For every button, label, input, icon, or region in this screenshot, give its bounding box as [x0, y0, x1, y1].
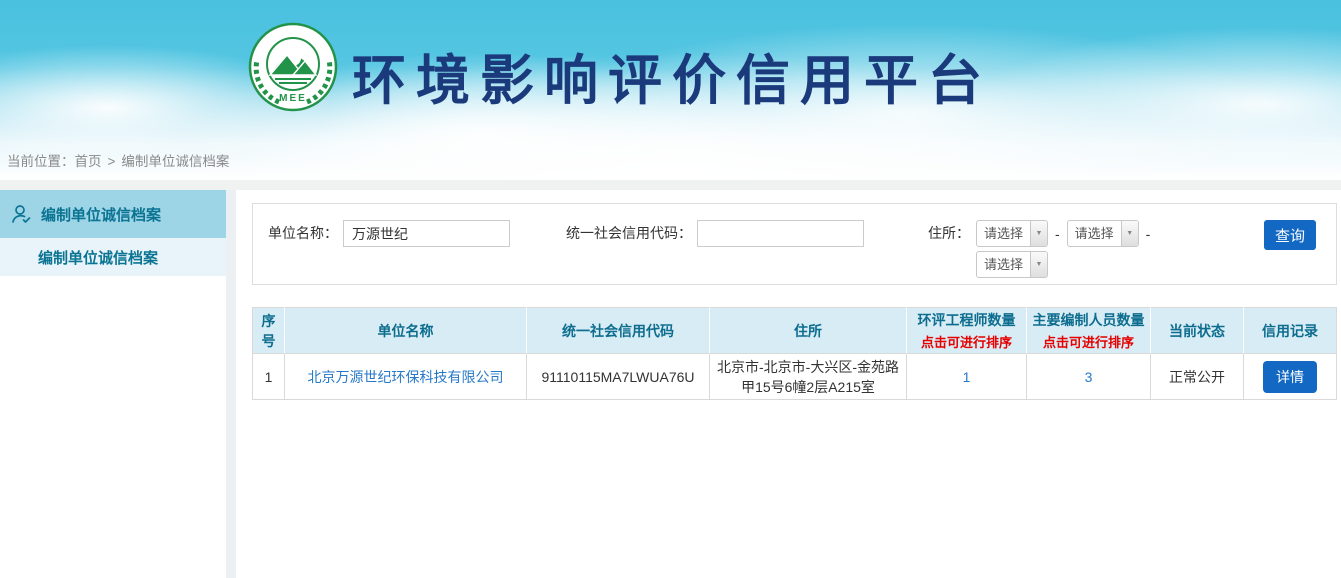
address-selects: 请选择 ▼ - 请选择 ▼ - 请选择 ▼ — [976, 220, 1150, 278]
header-divider-strip — [0, 180, 1341, 190]
main-content: 单位名称： 统一社会信用代码： 住所： 请选择 ▼ - 请选择 ▼ - — [236, 190, 1341, 578]
engineer-count-link[interactable]: 1 — [963, 369, 971, 385]
user-check-icon — [10, 203, 32, 225]
credit-code-input[interactable] — [697, 220, 864, 247]
table-row: 1 北京万源世纪环保科技有限公司 91110115MA7LWUA76U 北京市-… — [252, 354, 1337, 400]
detail-button[interactable]: 详情 — [1263, 361, 1317, 393]
chevron-down-icon[interactable]: ▼ — [1030, 221, 1047, 246]
breadcrumb: 当前位置：首页 > 编制单位诚信档案 — [7, 150, 229, 170]
query-button[interactable]: 查询 — [1264, 220, 1316, 250]
sort-hint[interactable]: 点击可进行排序 — [911, 332, 1022, 351]
sidebar: 编制单位诚信档案 编制单位诚信档案 — [0, 190, 226, 578]
column-header-credit-record: 信用记录 — [1244, 307, 1337, 354]
district-select-value: 请选择 — [977, 252, 1030, 277]
province-select[interactable]: 请选择 ▼ — [976, 220, 1048, 247]
unit-name-label: 单位名称： — [268, 220, 338, 247]
mee-logo-text: MEE — [279, 93, 307, 104]
breadcrumb-home-link[interactable]: 首页 — [75, 154, 102, 169]
row-index: 1 — [252, 354, 285, 400]
address-dash: - — [1055, 226, 1060, 242]
staff-count-link[interactable]: 3 — [1085, 369, 1093, 385]
table-header-row: 序号 单位名称 统一社会信用代码 住所 环评工程师数量 点击可进行排序 主要编制… — [252, 307, 1337, 354]
sidebar-divider — [226, 190, 236, 578]
column-header-credit-code: 统一社会信用代码 — [527, 307, 710, 354]
column-header-status: 当前状态 — [1151, 307, 1244, 354]
sidebar-subitem-unit-credit-archive[interactable]: 编制单位诚信档案 — [0, 238, 226, 276]
breadcrumb-separator: > — [108, 154, 116, 169]
city-select-value: 请选择 — [1068, 221, 1121, 246]
site-header: MEE 环境影响评价信用平台 当前位置：首页 > 编制单位诚信档案 — [0, 0, 1341, 180]
province-select-value: 请选择 — [977, 221, 1030, 246]
column-header-index: 序号 — [252, 307, 285, 354]
district-select[interactable]: 请选择 ▼ — [976, 251, 1048, 278]
sort-hint[interactable]: 点击可进行排序 — [1031, 332, 1146, 351]
mee-logo-icon: MEE — [248, 22, 338, 112]
unit-name-input[interactable] — [343, 220, 510, 247]
credit-code-value: 91110115MA7LWUA76U — [527, 354, 710, 400]
breadcrumb-current: 编制单位诚信档案 — [121, 154, 229, 169]
city-select[interactable]: 请选择 ▼ — [1067, 220, 1139, 247]
address-dash: - — [1146, 226, 1151, 242]
chevron-down-icon[interactable]: ▼ — [1121, 221, 1138, 246]
address-label: 住所： — [928, 220, 970, 247]
page-body: 编制单位诚信档案 编制单位诚信档案 单位名称： 统一社会信用代码： 住所： 请选… — [0, 190, 1341, 578]
column-header-engineer-count[interactable]: 环评工程师数量 点击可进行排序 — [907, 307, 1027, 354]
column-header-staff-count[interactable]: 主要编制人员数量 点击可进行排序 — [1027, 307, 1151, 354]
address-value: 北京市-北京市-大兴区-金苑路甲15号6幢2层A215室 — [710, 354, 907, 400]
column-header-company: 单位名称 — [285, 307, 527, 354]
chevron-down-icon[interactable]: ▼ — [1030, 252, 1047, 277]
mee-logo: MEE — [248, 22, 338, 112]
sidebar-item-label: 编制单位诚信档案 — [41, 204, 161, 225]
credit-code-label: 统一社会信用代码： — [566, 220, 692, 247]
results-table: 序号 单位名称 统一社会信用代码 住所 环评工程师数量 点击可进行排序 主要编制… — [252, 307, 1337, 400]
sidebar-subitem-label: 编制单位诚信档案 — [38, 247, 158, 268]
search-panel: 单位名称： 统一社会信用代码： 住所： 请选择 ▼ - 请选择 ▼ - — [252, 203, 1337, 285]
company-name-link[interactable]: 北京万源世纪环保科技有限公司 — [308, 369, 504, 385]
column-header-address: 住所 — [710, 307, 907, 354]
sidebar-item-unit-credit-archive[interactable]: 编制单位诚信档案 — [0, 190, 226, 238]
breadcrumb-prefix: 当前位置： — [7, 154, 75, 169]
status-value: 正常公开 — [1151, 354, 1244, 400]
site-title: 环境影响评价信用平台 — [352, 36, 992, 115]
